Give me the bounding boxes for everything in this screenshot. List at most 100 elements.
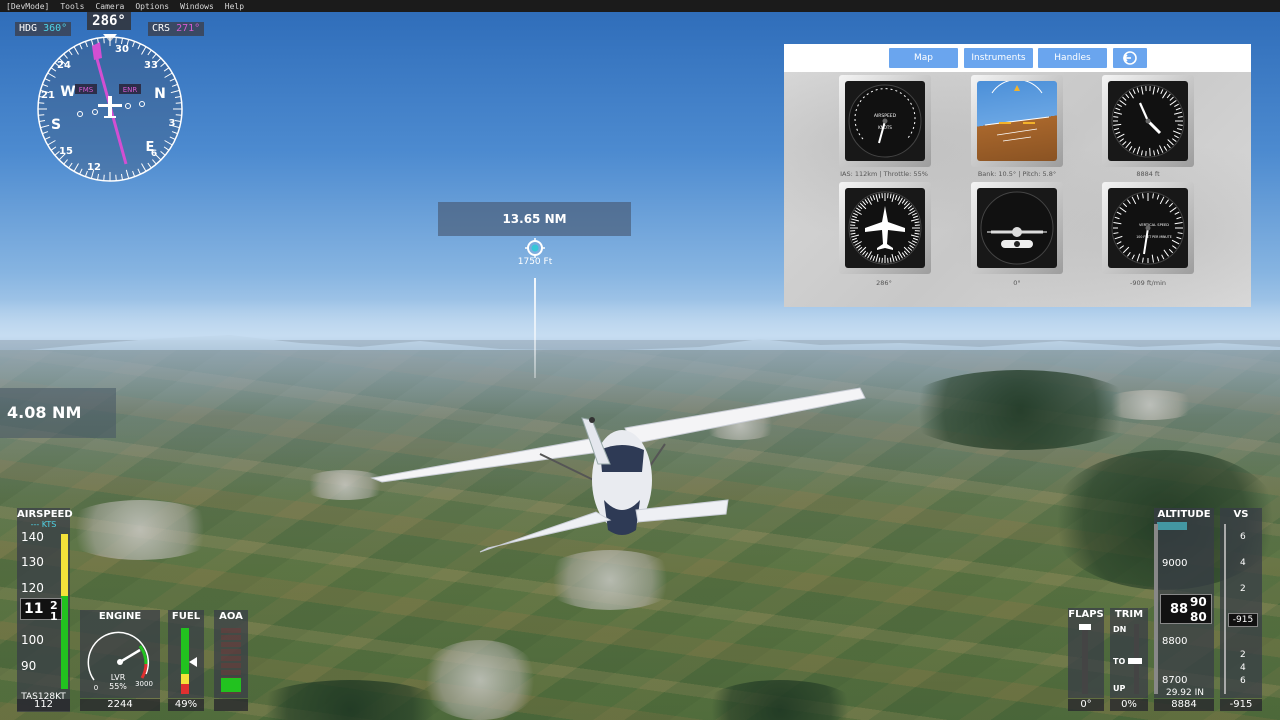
trim-to: TO <box>1113 657 1126 666</box>
aoa-indicator <box>221 678 241 692</box>
heading-gauge <box>839 182 931 274</box>
dial-tick <box>103 174 105 181</box>
engine-label: ENGINE <box>98 611 142 622</box>
tab-map[interactable]: Map <box>889 48 958 68</box>
dev-menu-bar: [DevMode] Tools Camera Options Windows H… <box>0 0 1280 12</box>
dial-tick <box>115 37 117 44</box>
airspeed-unit: --- KTS <box>30 520 57 529</box>
tab-handles[interactable]: Handles <box>1038 48 1107 68</box>
engine-min: 0 <box>94 684 98 692</box>
altitude-bottom-value: 8884 <box>1154 699 1214 711</box>
menu-devmode[interactable]: [DevMode] <box>0 2 54 11</box>
altitude-current-box: 88 90 80 <box>1160 594 1212 624</box>
airspeed-tick-140: 140 <box>21 530 44 544</box>
instruments-panel: Map Instruments Handles AIRSPEED KNOTS I… <box>784 44 1251 307</box>
enr-label: ENR <box>123 86 138 94</box>
menu-help[interactable]: Help <box>219 2 249 11</box>
crs-value: 271° <box>176 23 201 34</box>
altitude-current-main: 88 <box>1170 602 1189 617</box>
vsi-face-title: VERTICAL SPEED <box>1139 223 1169 227</box>
trim-label: TRIM <box>1114 609 1144 620</box>
vs-tick-2-down: 2 <box>1240 650 1246 660</box>
dial-tick <box>38 114 45 116</box>
altimeter-gauge <box>1102 75 1194 167</box>
engine-lvr: LVR <box>111 673 126 682</box>
waypoint-distance: 13.65 NM <box>438 202 631 236</box>
attitude-caption: Bank: 10.5° | Pitch: 5.8° <box>977 170 1057 178</box>
vs-label: VS <box>1233 509 1249 520</box>
altitude-bug <box>1157 522 1187 530</box>
vsi-face-unit: 100 FEET PER MINUTE <box>1136 235 1171 239</box>
compass-label-3: 3 <box>169 118 176 129</box>
dial-tick <box>1149 147 1151 156</box>
waypoint-altitude: 1750 Ft <box>517 257 553 267</box>
airspeed-tick-90: 90 <box>21 659 37 673</box>
dial-tick <box>38 102 45 104</box>
compass-label-30: 30 <box>115 44 129 55</box>
crs-label: CRS <box>152 23 171 34</box>
vertical-speed-gauge: VERTICAL SPEED 100 FEET PER MINUTE <box>1102 182 1194 274</box>
compass-label-24: 24 <box>57 60 71 71</box>
dial-tick <box>1113 116 1119 118</box>
flaps-track <box>1082 624 1088 694</box>
altitude-roll-bot: 80 <box>1190 610 1207 624</box>
engine-max: 3000 <box>135 680 153 688</box>
airspeed-gauge: AIRSPEED KNOTS <box>839 75 931 167</box>
dial-tick <box>115 174 117 181</box>
menu-tools[interactable]: Tools <box>54 2 89 11</box>
aoa-label: AOA <box>219 611 243 622</box>
fuel-bar-fill <box>181 628 189 694</box>
engine-rpm-dial: LVR 55% 0 3000 <box>87 631 153 692</box>
vsi-caption: -909 ft/min <box>1130 279 1166 287</box>
flaps-gauge: FLAPS <box>1068 608 1104 698</box>
trim-dn: DN <box>1113 625 1127 634</box>
fuel-value: 49% <box>168 699 204 711</box>
airspeed-bottom-value: 112 <box>17 699 70 711</box>
compass-label-15: 15 <box>59 146 73 157</box>
panel-body: AIRSPEED KNOTS IAS: 112km | Throttle: 55… <box>784 72 1251 307</box>
vs-current-box: -915 <box>1228 613 1258 627</box>
exit-icon[interactable] <box>1113 48 1147 68</box>
compass-label-w: W <box>60 84 75 100</box>
attitude-gauge <box>971 75 1063 167</box>
hdg-label: HDG <box>19 23 38 34</box>
dial-tick <box>1177 116 1183 118</box>
menu-windows[interactable]: Windows <box>174 2 219 11</box>
altimeter-caption: 8884 ft <box>1136 170 1160 178</box>
dial-tick <box>175 114 182 116</box>
engine-value: 2244 <box>80 699 160 711</box>
fuel-gauge: FUEL <box>168 610 204 698</box>
tab-instruments[interactable]: Instruments <box>964 48 1033 68</box>
altitude-scale-line <box>1154 524 1158 694</box>
airspeed-roll-bot: 1 <box>50 610 58 623</box>
turn-coordinator-gauge <box>971 182 1063 274</box>
waypoint-line <box>534 278 536 378</box>
airspeed-label: AIRSPEED <box>17 509 73 520</box>
aircraft <box>370 387 866 553</box>
fuel-bar-track <box>181 628 189 694</box>
menu-camera[interactable]: Camera <box>89 2 129 11</box>
compass-label-12: 12 <box>87 162 101 173</box>
vs-scale-line <box>1224 524 1226 694</box>
altitude-tick-8700: 8700 <box>1162 675 1188 686</box>
fuel-pointer-icon <box>189 656 197 667</box>
vs-tick-2-up: 2 <box>1240 584 1246 594</box>
vs-tick-6-up: 6 <box>1240 532 1246 542</box>
compass-label-s: S <box>51 117 61 133</box>
altitude-label: ALTITUDE <box>1157 509 1211 520</box>
heading-readout: 286° <box>87 12 131 30</box>
altitude-tick-9000: 9000 <box>1162 558 1188 569</box>
offscreen-distance-marker: 4.08 NM <box>0 388 116 438</box>
flaps-handle <box>1079 624 1091 630</box>
hdg-value: 360° <box>43 23 68 34</box>
vs-tape: VS 6 4 2 2 4 6 <box>1220 508 1262 698</box>
menu-options[interactable]: Options <box>129 2 174 11</box>
engine-pct: 55% <box>109 682 127 691</box>
engine-gauge: ENGINE LVR 55% 0 3000 <box>80 610 160 698</box>
waypoint-target-icon[interactable] <box>525 238 545 258</box>
compass-rose: 24 30 33 N 3 E S W 21 15 12 6 FMS ENR <box>37 34 183 182</box>
baro-setting: 29.92 IN <box>1165 688 1204 698</box>
airspeed-tick-130: 130 <box>21 555 44 569</box>
panel-tab-bar: Map Instruments Handles <box>784 44 1251 72</box>
trim-handle <box>1128 658 1142 664</box>
